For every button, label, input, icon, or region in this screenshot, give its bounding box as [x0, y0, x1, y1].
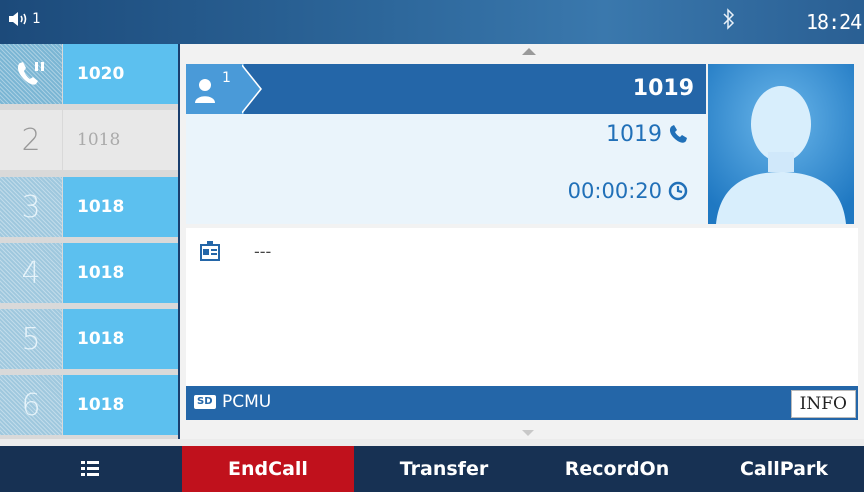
- codec-label: PCMU: [222, 392, 272, 412]
- line-key-number: 4: [0, 243, 62, 303]
- bluetooth-icon: [723, 8, 735, 30]
- line-key-number: 2: [0, 110, 62, 170]
- call-hold-icon: [17, 62, 44, 85]
- line-key-extension: 1018: [63, 375, 178, 435]
- end-call-button[interactable]: EndCall: [182, 446, 354, 492]
- line-key-number: 3: [0, 177, 62, 237]
- codec-bar: SD PCMU INFO: [186, 386, 858, 420]
- info-button[interactable]: INFO: [790, 390, 856, 418]
- clock: 18:24: [806, 10, 862, 34]
- line-key-extension: 1018: [63, 309, 178, 369]
- line-key-extension: 1018: [63, 177, 178, 237]
- call-park-button[interactable]: CallPark: [704, 446, 864, 492]
- line-key-5[interactable]: 5 1018: [0, 309, 178, 369]
- call-card[interactable]: 1 1019 1019 00:00:20: [186, 64, 706, 224]
- line-list: 1020 2 1018 3 1018 4 1018 5 1018 6 1018: [0, 44, 178, 439]
- line-key-number: 6: [0, 375, 62, 435]
- contact-avatar: [708, 64, 854, 224]
- volume-indicator: 1: [8, 10, 40, 28]
- line-key-3[interactable]: 3 1018: [0, 177, 178, 237]
- contact-silhouette-icon: [708, 64, 854, 224]
- phone-icon: [669, 124, 687, 143]
- line-key-4[interactable]: 4 1018: [0, 243, 178, 303]
- transfer-button[interactable]: Transfer: [360, 446, 528, 492]
- volume-level: 1: [32, 11, 41, 27]
- line-key-extension: 1018: [63, 110, 178, 170]
- caller-number: 1019: [606, 122, 662, 147]
- call-header: 1 1019: [186, 64, 706, 114]
- menu-list-icon: [81, 461, 99, 476]
- call-timer-row: 00:00:20: [568, 179, 688, 203]
- line-key-6[interactable]: 6 1018: [0, 375, 178, 435]
- menu-softkey[interactable]: [0, 446, 180, 492]
- line-key-1[interactable]: 1020: [0, 44, 178, 104]
- contact-card-icon: [200, 241, 220, 261]
- call-duration: 00:00:20: [567, 179, 662, 203]
- call-info-area: ---: [186, 228, 858, 386]
- scroll-down-arrow-icon[interactable]: [522, 430, 534, 436]
- person-icon: [195, 79, 215, 103]
- caller-name: 1019: [632, 76, 694, 101]
- clock-icon: [668, 181, 688, 201]
- line-index: 1: [222, 70, 231, 86]
- line-key-2[interactable]: 2 1018: [0, 110, 178, 170]
- line-key-status: [0, 44, 62, 104]
- line-key-extension: 1018: [63, 243, 178, 303]
- status-bar: 1 18:24: [0, 0, 864, 44]
- sd-badge: SD: [194, 395, 216, 409]
- scroll-up-arrow-icon[interactable]: [522, 48, 536, 55]
- divider: [0, 439, 864, 446]
- caller-number-row: 1019: [606, 122, 688, 147]
- line-key-number: 5: [0, 309, 62, 369]
- speaker-icon: [9, 12, 27, 26]
- info-text: ---: [254, 242, 272, 261]
- record-on-button[interactable]: RecordOn: [536, 446, 698, 492]
- line-key-extension: 1020: [63, 44, 178, 104]
- call-panel: 1 1019 1019 00:00:20 --- SD PCMU INFO: [180, 44, 864, 439]
- softkey-bar: EndCall Transfer RecordOn CallPark: [0, 446, 864, 492]
